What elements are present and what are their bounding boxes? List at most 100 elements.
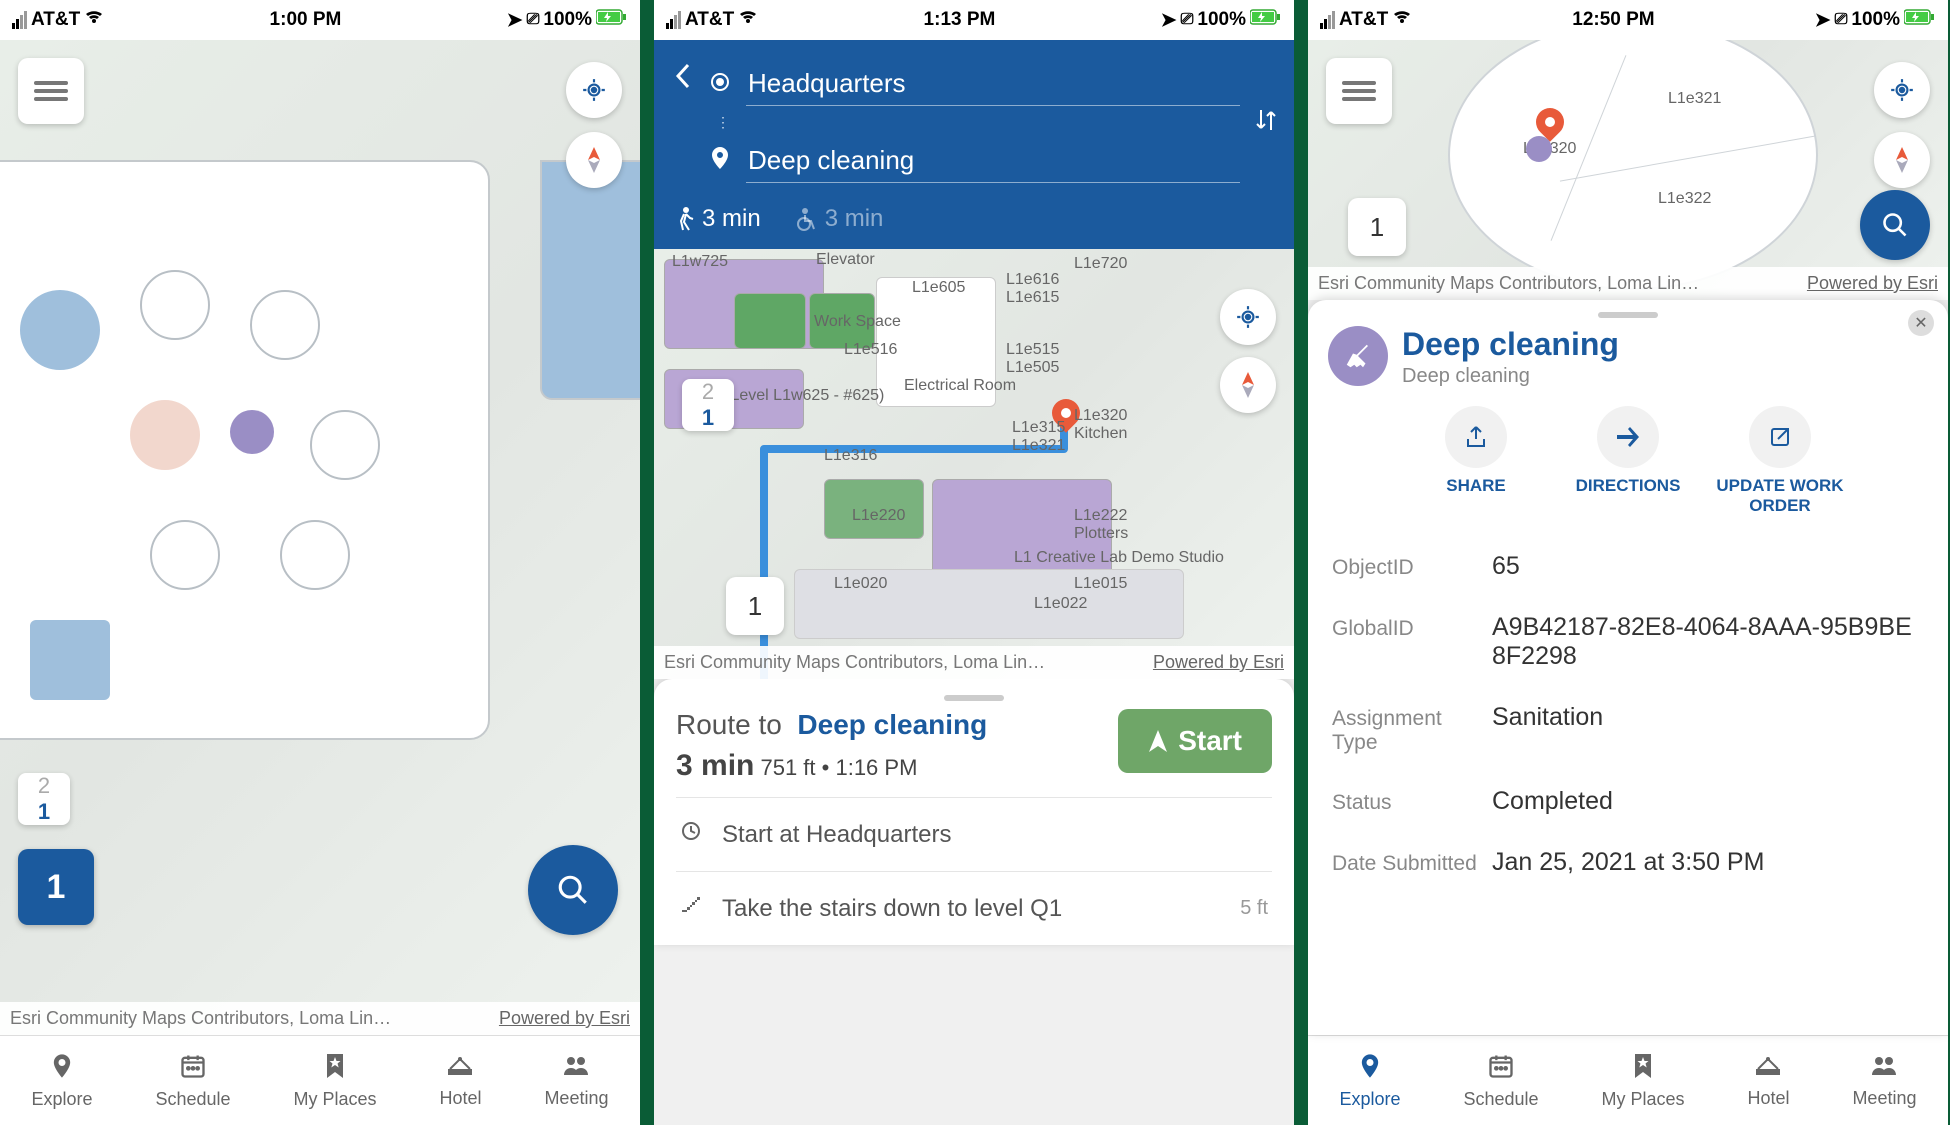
wifi-icon bbox=[84, 9, 104, 31]
directions-icon bbox=[1615, 427, 1641, 447]
search-icon bbox=[556, 873, 590, 907]
attrib-right[interactable]: Powered by Esri bbox=[1153, 652, 1284, 673]
menu-button[interactable] bbox=[1326, 58, 1392, 124]
floor-option-1[interactable]: 1 bbox=[682, 405, 734, 431]
compass-button[interactable] bbox=[566, 132, 622, 188]
from-field[interactable]: Headquarters bbox=[746, 62, 1240, 106]
back-button[interactable] bbox=[670, 54, 696, 106]
swap-icon bbox=[1254, 106, 1278, 134]
attrib-right[interactable]: Powered by Esri bbox=[1807, 273, 1938, 294]
pin-icon bbox=[48, 1052, 76, 1086]
wifi-icon bbox=[738, 9, 758, 31]
share-button[interactable]: SHARE bbox=[1411, 406, 1541, 516]
attrib-left: Esri Community Maps Contributors, Loma L… bbox=[10, 1008, 391, 1029]
detail-card: ✕ Deep cleaning Deep cleaning SHARE DIRE… bbox=[1308, 300, 1948, 1035]
route-step[interactable]: Start at Headquarters bbox=[676, 797, 1272, 871]
field-row: Status Completed bbox=[1328, 771, 1928, 832]
map-attribution: Esri Community Maps Contributors, Loma L… bbox=[0, 1002, 640, 1035]
update-workorder-button[interactable]: UPDATE WORK ORDER bbox=[1715, 406, 1845, 516]
floor-option-2[interactable]: 2 bbox=[18, 773, 70, 799]
battery-label: 100% bbox=[1851, 9, 1900, 31]
current-floor-chip[interactable]: 1 bbox=[18, 849, 94, 925]
screen-mirror-icon: ⎚ bbox=[1181, 11, 1194, 29]
locate-me-button[interactable] bbox=[566, 62, 622, 118]
start-button[interactable]: Start bbox=[1118, 709, 1272, 773]
nav-explore[interactable]: Explore bbox=[31, 1052, 92, 1110]
task-marker-icon bbox=[1526, 136, 1552, 162]
hamburger-icon bbox=[1342, 77, 1376, 105]
close-button[interactable]: ✕ bbox=[1908, 310, 1934, 336]
mode-accessible[interactable]: 3 min bbox=[795, 205, 884, 233]
nav-hotel[interactable]: Hotel bbox=[439, 1053, 481, 1109]
origin-icon bbox=[710, 72, 730, 97]
compass-icon bbox=[584, 147, 604, 173]
open-external-icon bbox=[1769, 426, 1791, 448]
nav-myplaces[interactable]: My Places bbox=[293, 1052, 376, 1110]
signal-icon bbox=[1320, 11, 1335, 29]
menu-button[interactable] bbox=[18, 58, 84, 124]
bottom-nav: Explore Schedule My Places Hotel Meeting bbox=[1308, 1035, 1948, 1125]
to-field[interactable]: Deep cleaning bbox=[746, 139, 1240, 183]
clock-label: 1:00 PM bbox=[270, 9, 342, 31]
hamburger-icon bbox=[34, 77, 68, 105]
current-floor-chip[interactable]: 1 bbox=[726, 577, 784, 635]
walk-icon bbox=[674, 206, 694, 232]
floor-option-1[interactable]: 1 bbox=[18, 799, 70, 825]
route-step[interactable]: Take the stairs down to level Q1 5 ft bbox=[676, 871, 1272, 945]
share-icon bbox=[1465, 425, 1487, 449]
calendar-icon bbox=[1487, 1052, 1515, 1086]
map-canvas[interactable]: L1w725 Elevator L1e605 L1e616 L1e615 L1e… bbox=[654, 249, 1294, 679]
status-bar: AT&T 1:13 PM ➤ ⎚ 100% bbox=[654, 0, 1294, 40]
map-canvas[interactable]: L1e320 L1e321 L1e322 1 Esri Community Ma… bbox=[1308, 40, 1948, 300]
nav-hotel[interactable]: Hotel bbox=[1747, 1053, 1789, 1109]
directions-button[interactable]: DIRECTIONS bbox=[1563, 406, 1693, 516]
nav-myplaces[interactable]: My Places bbox=[1601, 1052, 1684, 1110]
calendar-icon bbox=[179, 1052, 207, 1086]
detail-title: Deep cleaning bbox=[1402, 326, 1619, 363]
floor-picker[interactable]: 2 1 bbox=[18, 773, 70, 825]
field-row: Date Submitted Jan 25, 2021 at 3:50 PM bbox=[1328, 832, 1928, 893]
nav-meeting[interactable]: Meeting bbox=[544, 1053, 608, 1109]
clock-label: 1:13 PM bbox=[924, 9, 996, 31]
battery-label: 100% bbox=[543, 9, 592, 31]
floor-picker[interactable]: 2 1 bbox=[682, 379, 734, 431]
bottom-nav: Explore Schedule My Places Hotel Meeting bbox=[0, 1035, 640, 1125]
floor-option-2[interactable]: 2 bbox=[682, 379, 734, 405]
signal-icon bbox=[666, 11, 681, 29]
locate-me-button[interactable] bbox=[1220, 289, 1276, 345]
grabber-handle[interactable] bbox=[944, 695, 1004, 701]
bookmark-icon bbox=[1631, 1052, 1655, 1086]
search-button[interactable] bbox=[1860, 190, 1930, 260]
current-floor-chip[interactable]: 1 bbox=[1348, 198, 1406, 256]
nav-meeting[interactable]: Meeting bbox=[1852, 1053, 1916, 1109]
nav-schedule[interactable]: Schedule bbox=[155, 1052, 230, 1110]
start-step-icon bbox=[680, 820, 702, 849]
close-icon: ✕ bbox=[1914, 313, 1927, 333]
mode-walk[interactable]: 3 min bbox=[674, 205, 761, 233]
map-canvas[interactable]: 2 1 1 Esri Community Maps Contributors, … bbox=[0, 40, 640, 1035]
destination-icon bbox=[710, 147, 730, 176]
map-attribution: Esri Community Maps Contributors, Loma L… bbox=[1308, 267, 1948, 300]
clock-label: 12:50 PM bbox=[1572, 9, 1654, 31]
route-meta: 3 min 751 ft • 1:16 PM bbox=[676, 749, 987, 783]
hotel-icon bbox=[445, 1053, 475, 1085]
search-icon bbox=[1881, 211, 1909, 239]
field-row: ObjectID 65 bbox=[1328, 536, 1928, 597]
search-button[interactable] bbox=[528, 845, 618, 935]
route-card: Route to Deep cleaning 3 min 751 ft • 1:… bbox=[654, 679, 1294, 945]
signal-icon bbox=[12, 11, 27, 29]
locate-me-button[interactable] bbox=[1874, 62, 1930, 118]
compass-button[interactable] bbox=[1220, 357, 1276, 413]
crosshair-icon bbox=[1235, 304, 1261, 330]
carrier-label: AT&T bbox=[1339, 9, 1388, 31]
swap-button[interactable] bbox=[1254, 106, 1278, 139]
grabber-handle[interactable] bbox=[1598, 312, 1658, 318]
stairs-icon bbox=[680, 894, 702, 923]
nav-explore[interactable]: Explore bbox=[1339, 1052, 1400, 1110]
meeting-icon bbox=[1869, 1053, 1899, 1085]
phone-screen-3: AT&T 12:50 PM ➤ ⎚ 100% L1e320 L1e321 L1e… bbox=[1308, 0, 1948, 1125]
phone-screen-2: AT&T 1:13 PM ➤ ⎚ 100% bbox=[654, 0, 1294, 1125]
compass-button[interactable] bbox=[1874, 132, 1930, 188]
attrib-right[interactable]: Powered by Esri bbox=[499, 1008, 630, 1029]
nav-schedule[interactable]: Schedule bbox=[1463, 1052, 1538, 1110]
